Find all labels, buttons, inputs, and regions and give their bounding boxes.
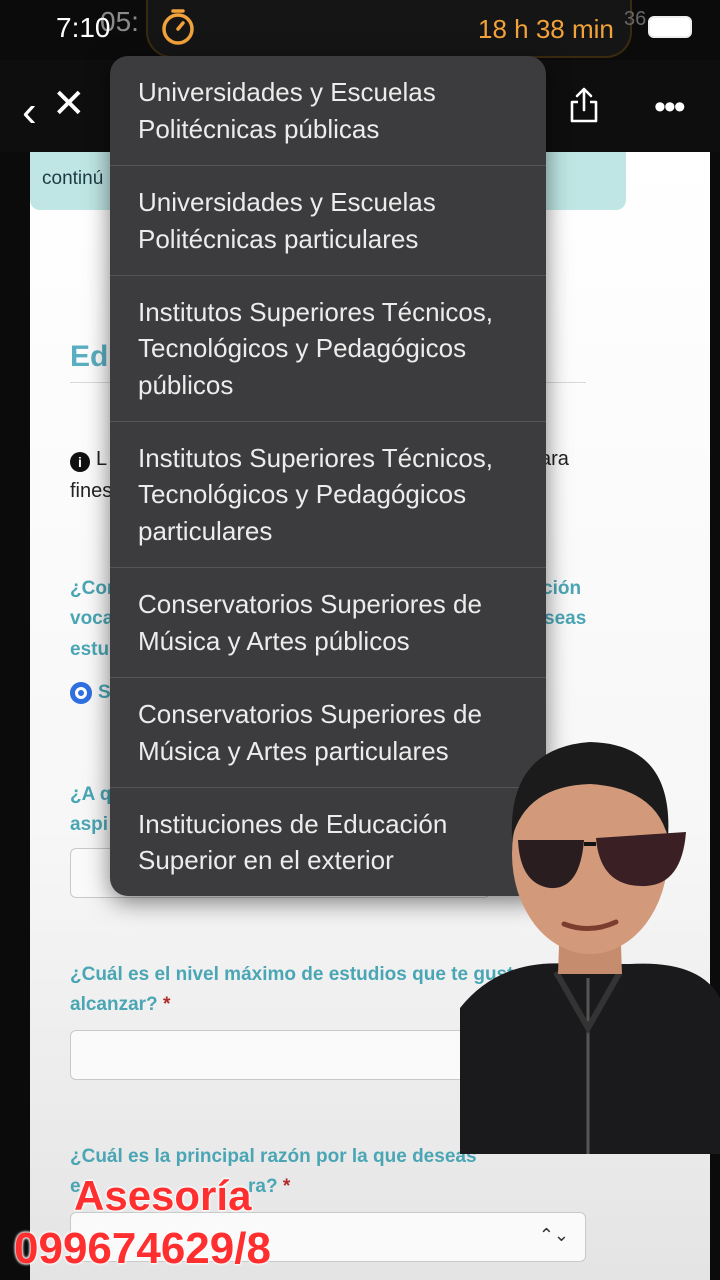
question-2-line-1: ¿A q (70, 784, 112, 805)
info-icon: i (70, 452, 90, 472)
status-clock: 7:10 (56, 12, 111, 43)
question-3-line-1: ¿Cuál es el nivel máximo de estudios que… (70, 964, 514, 985)
question-4-line-2-tail: ra? * (248, 1176, 291, 1197)
radio-yes-label: S (98, 682, 111, 703)
question-1-tail-1: ción (542, 578, 582, 599)
info-note: iL (70, 448, 107, 472)
question-3-line-2: alcanzar? * (70, 994, 171, 1015)
question-4-line-1: ¿Cuál es la principal razón por la que d… (70, 1146, 477, 1167)
question-1-line-3: estu (70, 639, 110, 660)
chevron-left-icon[interactable]: ‹ (22, 90, 37, 134)
question-1-tail-2: seas (544, 608, 587, 629)
timer-remaining: 18 h 38 min (478, 14, 614, 44)
menu-item-institutos-particulares[interactable]: Institutos Superiores Técnicos, Tecnológ… (110, 422, 546, 568)
promo-phone: 099674629/8 (14, 1224, 271, 1273)
close-icon[interactable]: ✕ (52, 84, 86, 124)
max-study-level-select[interactable] (70, 1030, 490, 1080)
menu-item-universidades-particulares[interactable]: Universidades y Escuelas Politécnicas pa… (110, 166, 546, 276)
info-note-line2: fines (70, 480, 113, 502)
stopwatch-icon (162, 9, 194, 45)
select-arrows-icon: ⌃⌄ (538, 1225, 569, 1245)
battery-icon (648, 16, 692, 38)
more-icon[interactable]: ••• (654, 88, 686, 127)
ghost-battery: 36 (624, 8, 647, 30)
question-1-line-1: ¿Cor (70, 578, 115, 599)
info-banner-text: continú (42, 168, 104, 189)
presenter-video-overlay (460, 742, 720, 1154)
share-icon[interactable] (568, 86, 600, 124)
promo-title: Asesoría (73, 1171, 252, 1220)
question-2-line-2: aspi (70, 814, 109, 835)
menu-item-universidades-publicas[interactable]: Universidades y Escuelas Politécnicas pú… (110, 56, 546, 166)
menu-item-institutos-publicos[interactable]: Institutos Superiores Técnicos, Tecnológ… (110, 276, 546, 422)
radio-yes[interactable] (70, 682, 92, 704)
menu-item-conservatorios-publicos[interactable]: Conservatorios Superiores de Música y Ar… (110, 568, 546, 678)
question-1-line-2: voca (70, 608, 114, 629)
